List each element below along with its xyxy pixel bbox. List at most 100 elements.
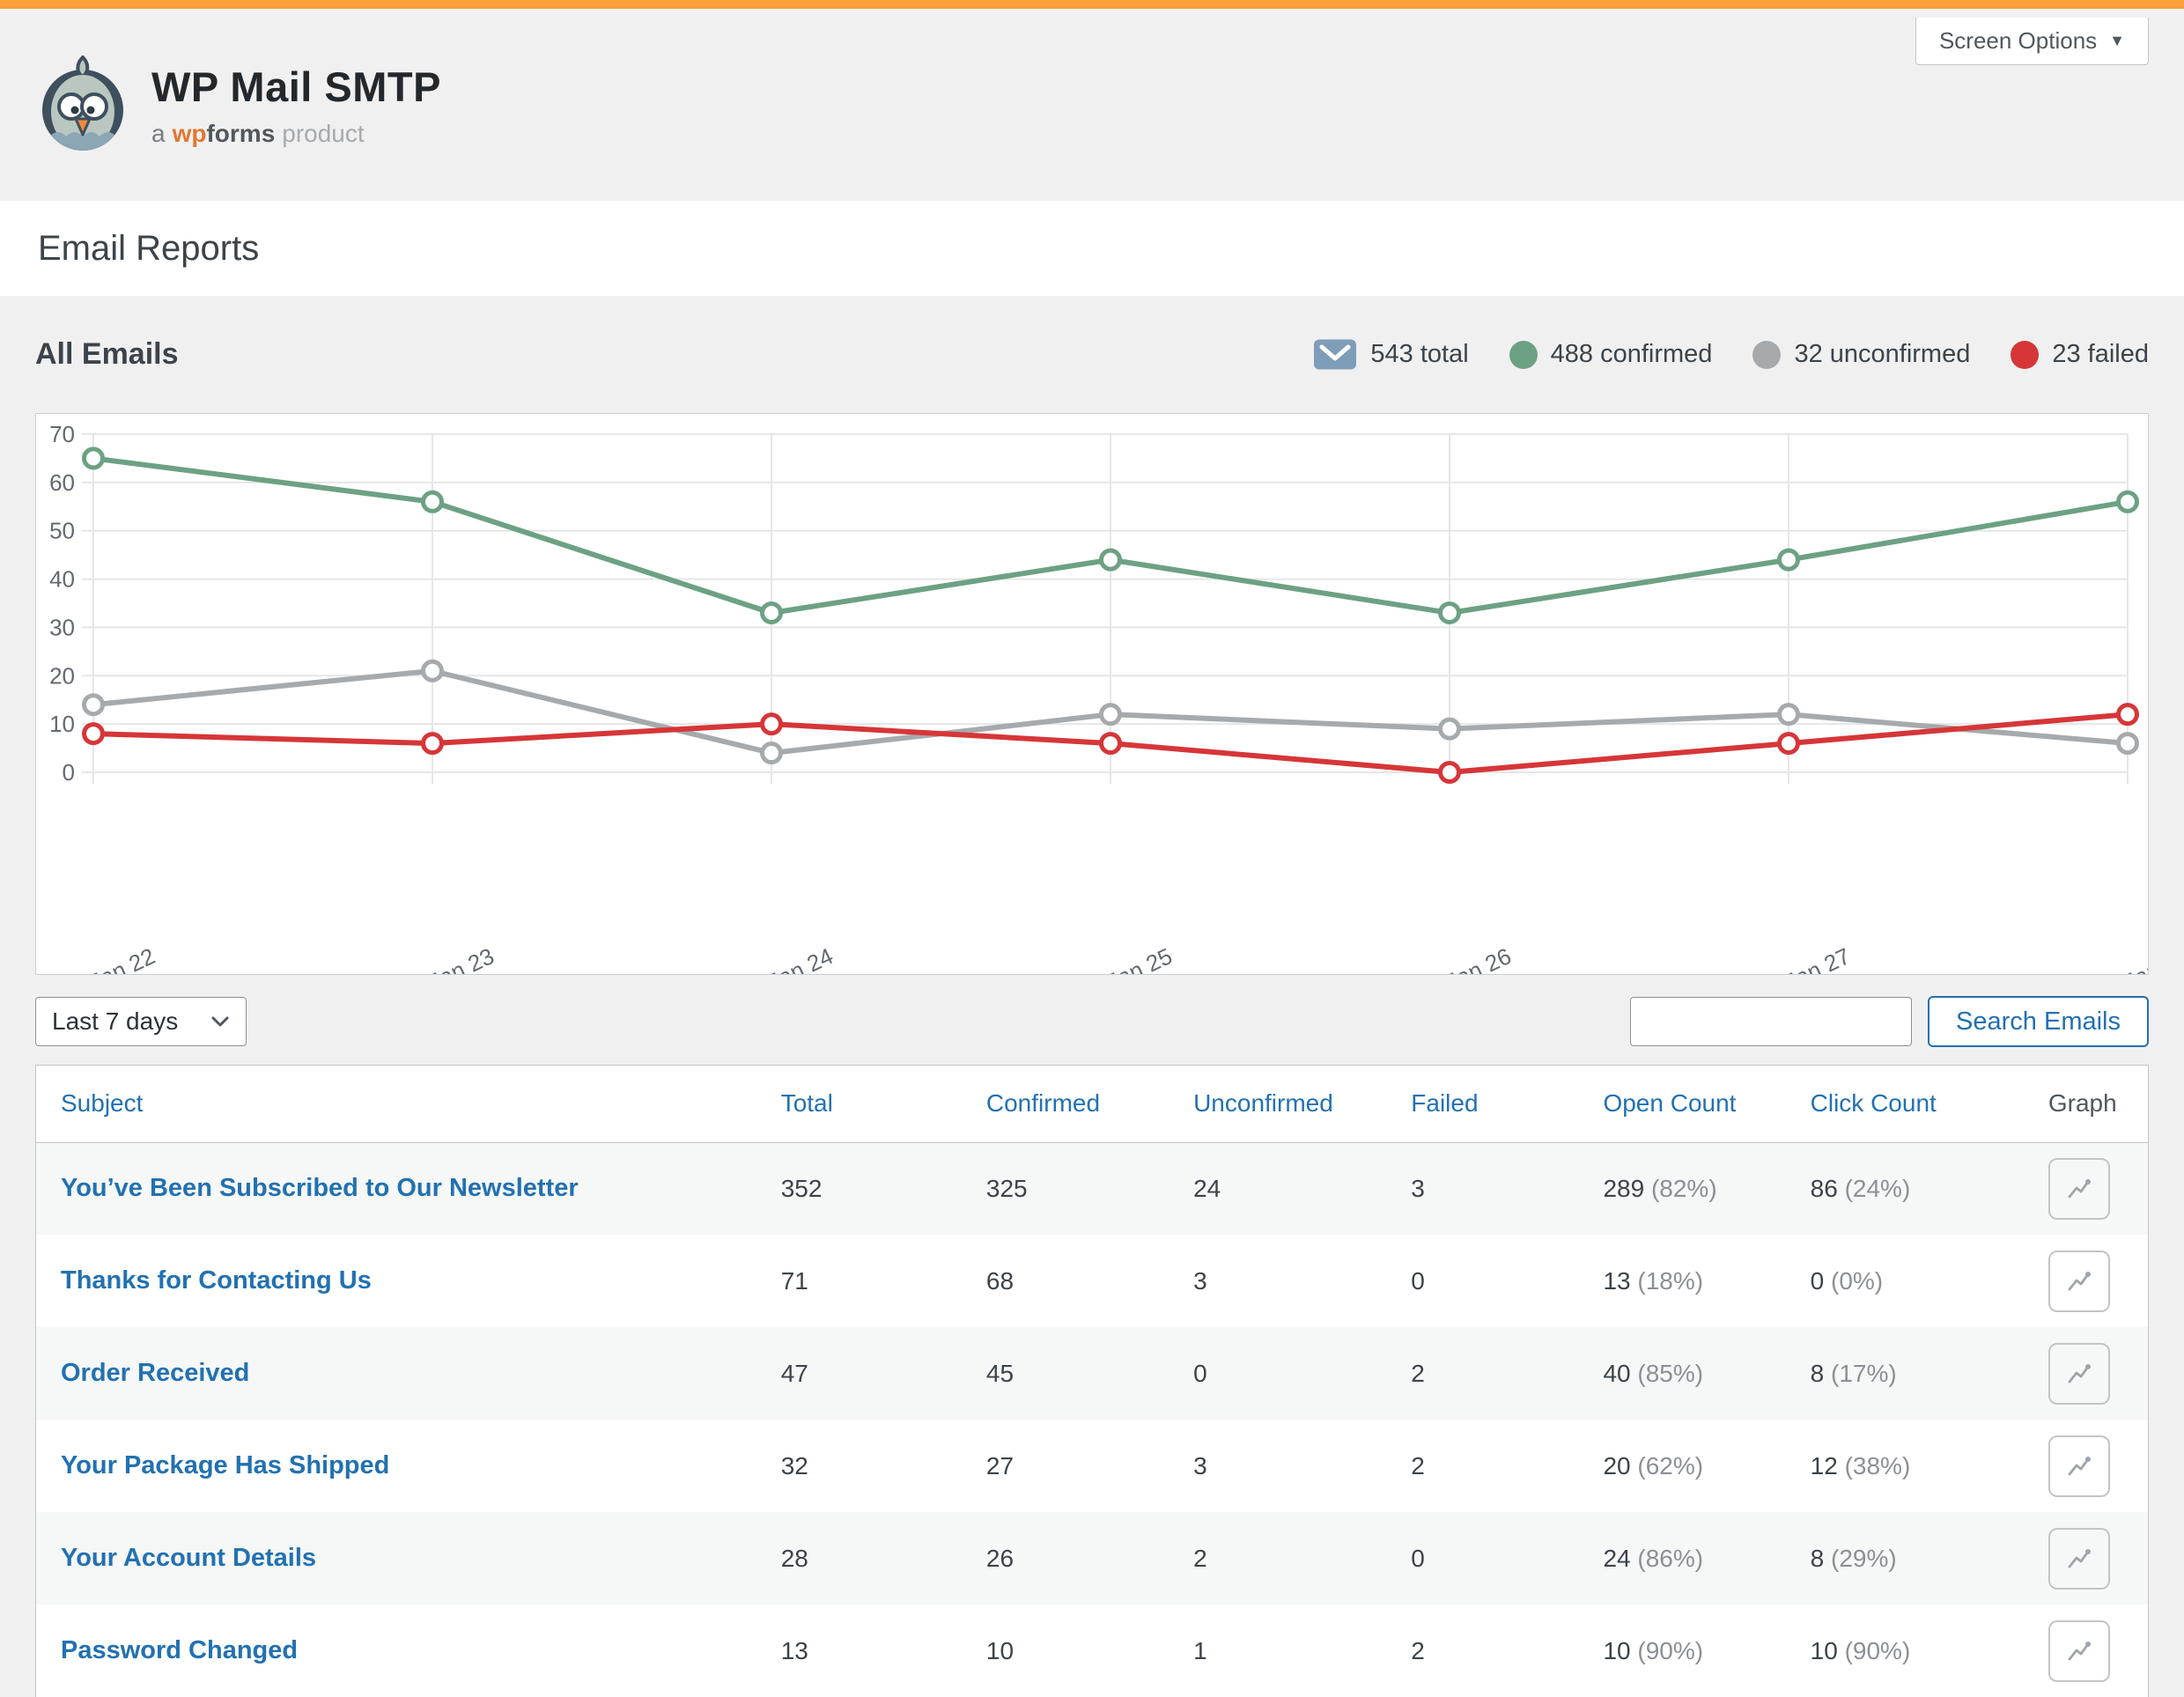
cell-total: 352 bbox=[781, 1142, 986, 1235]
svg-text:Jan 23: Jan 23 bbox=[424, 942, 498, 974]
legend-label: 488 confirmed bbox=[1551, 340, 1713, 369]
cell-open-count: 20 (62%) bbox=[1603, 1420, 1810, 1512]
row-graph-button[interactable] bbox=[2048, 1435, 2110, 1497]
emails-line-chart: 010203040506070Jan 22Jan 23Jan 24Jan 25J… bbox=[36, 414, 2148, 974]
row-graph-button[interactable] bbox=[2048, 1528, 2110, 1590]
section-title: All Emails bbox=[35, 337, 179, 372]
cell-total: 32 bbox=[781, 1420, 986, 1512]
column-header-subject[interactable]: Subject bbox=[36, 1066, 781, 1142]
row-graph-button[interactable] bbox=[2048, 1251, 2110, 1312]
section-head: All Emails 543 total 488 confirmed 32 unco… bbox=[35, 296, 2149, 413]
table-header-row: SubjectTotalConfirmedUnconfirmedFailedOp… bbox=[36, 1066, 2148, 1142]
cell-unconfirmed: 24 bbox=[1193, 1142, 1411, 1235]
email-subject-link[interactable]: Your Package Has Shipped bbox=[61, 1451, 389, 1479]
cell-click-count: 86 (24%) bbox=[1811, 1142, 2048, 1235]
column-header-failed[interactable]: Failed bbox=[1411, 1066, 1603, 1142]
email-subject-link[interactable]: You’ve Been Subscribed to Our Newsletter bbox=[61, 1174, 579, 1202]
screen-options-button[interactable]: Screen Options ▼ bbox=[1915, 18, 2149, 65]
table-row: Thanks for Contacting Us71683013 (18%)0 … bbox=[36, 1235, 2148, 1327]
cell-click-count: 0 (0%) bbox=[1811, 1235, 2048, 1327]
row-graph-button[interactable] bbox=[2048, 1343, 2110, 1405]
chart-legend: 543 total 488 confirmed 32 unconfirmed 23 f… bbox=[1313, 338, 2149, 371]
legend-dot bbox=[1509, 341, 1538, 369]
line-chart-icon bbox=[2064, 1359, 2094, 1389]
column-header-graph: Graph bbox=[2048, 1066, 2148, 1142]
cell-failed: 2 bbox=[1411, 1605, 1603, 1697]
svg-text:0: 0 bbox=[63, 759, 75, 786]
legend-label: 32 unconfirmed bbox=[1794, 340, 1970, 369]
wp-mail-smtp-logo bbox=[37, 55, 129, 154]
row-graph-button[interactable] bbox=[2048, 1620, 2110, 1682]
line-chart-icon bbox=[2064, 1174, 2094, 1204]
cell-open-count: 13 (18%) bbox=[1603, 1235, 1810, 1327]
cell-confirmed: 10 bbox=[986, 1605, 1193, 1697]
cell-total: 47 bbox=[781, 1327, 986, 1420]
cell-total: 71 bbox=[781, 1235, 986, 1327]
cell-open-count: 10 (90%) bbox=[1603, 1605, 1810, 1697]
tagline-product: product bbox=[282, 120, 364, 147]
svg-text:60: 60 bbox=[49, 469, 75, 496]
cell-failed: 2 bbox=[1411, 1327, 1603, 1420]
svg-text:Jan 25: Jan 25 bbox=[1103, 942, 1176, 974]
cell-failed: 0 bbox=[1411, 1235, 1603, 1327]
tagline-forms: forms bbox=[206, 120, 275, 147]
y-axis-labels: 010203040506070 bbox=[49, 421, 75, 786]
svg-text:Jan 22: Jan 22 bbox=[85, 942, 159, 974]
cell-failed: 2 bbox=[1411, 1420, 1603, 1512]
legend-item-total: 543 total bbox=[1313, 338, 1468, 371]
email-subject-link[interactable]: Your Account Details bbox=[61, 1544, 316, 1572]
column-header-confirmed[interactable]: Confirmed bbox=[986, 1066, 1193, 1142]
cell-confirmed: 26 bbox=[986, 1512, 1193, 1605]
line-chart-icon bbox=[2064, 1544, 2094, 1574]
table-row: You’ve Been Subscribed to Our Newsletter… bbox=[36, 1142, 2148, 1235]
svg-text:70: 70 bbox=[49, 421, 75, 447]
date-range-select[interactable]: Last 7 days bbox=[35, 997, 247, 1046]
cell-open-count: 289 (82%) bbox=[1603, 1142, 1810, 1235]
legend-dot bbox=[1752, 341, 1781, 369]
column-header-unconfirmed[interactable]: Unconfirmed bbox=[1193, 1066, 1411, 1142]
cell-unconfirmed: 3 bbox=[1193, 1420, 1411, 1512]
page-title: Email Reports bbox=[38, 229, 259, 269]
legend-item-failed: 23 failed bbox=[2011, 340, 2149, 369]
cell-open-count: 24 (86%) bbox=[1603, 1512, 1810, 1605]
cell-confirmed: 68 bbox=[986, 1235, 1193, 1327]
page-title-band: Email Reports bbox=[0, 201, 2184, 296]
cell-total: 13 bbox=[781, 1605, 986, 1697]
column-header-click_count[interactable]: Click Count bbox=[1811, 1066, 2048, 1142]
email-reports-table-card: SubjectTotalConfirmedUnconfirmedFailedOp… bbox=[35, 1065, 2149, 1697]
legend-item-unconfirmed: 32 unconfirmed bbox=[1752, 340, 1970, 369]
column-header-open_count[interactable]: Open Count bbox=[1603, 1066, 1810, 1142]
search-emails-button[interactable]: Search Emails bbox=[1928, 996, 2149, 1047]
pigeon-mascot-icon bbox=[37, 55, 129, 154]
row-graph-button[interactable] bbox=[2048, 1158, 2110, 1220]
email-subject-link[interactable]: Thanks for Contacting Us bbox=[61, 1266, 372, 1295]
cell-confirmed: 45 bbox=[986, 1327, 1193, 1420]
cell-failed: 3 bbox=[1411, 1142, 1603, 1235]
cell-click-count: 8 (29%) bbox=[1811, 1512, 2048, 1605]
search-input[interactable] bbox=[1630, 997, 1912, 1046]
cell-confirmed: 27 bbox=[986, 1420, 1193, 1512]
email-subject-link[interactable]: Order Received bbox=[61, 1359, 249, 1387]
line-chart-icon bbox=[2064, 1636, 2094, 1666]
cell-click-count: 12 (38%) bbox=[1811, 1420, 2048, 1512]
top-accent-bar bbox=[0, 0, 2184, 9]
app-title: WP Mail SMTP bbox=[151, 63, 441, 111]
svg-text:20: 20 bbox=[49, 662, 75, 689]
cell-unconfirmed: 2 bbox=[1193, 1512, 1411, 1605]
legend-label: 23 failed bbox=[2052, 340, 2149, 369]
cell-confirmed: 325 bbox=[986, 1142, 1193, 1235]
email-subject-link[interactable]: Password Changed bbox=[61, 1636, 298, 1664]
svg-text:Jan 24: Jan 24 bbox=[764, 942, 837, 974]
chevron-down-icon bbox=[210, 1015, 230, 1028]
line-chart-icon bbox=[2064, 1266, 2094, 1296]
table-row: Password Changed13101210 (90%)10 (90%) bbox=[36, 1605, 2148, 1697]
brand-block: WP Mail SMTP awpformsproduct bbox=[151, 63, 441, 148]
chart-grid bbox=[82, 434, 2128, 784]
cell-failed: 0 bbox=[1411, 1512, 1603, 1605]
brand-tagline: awpformsproduct bbox=[151, 120, 441, 148]
column-header-total[interactable]: Total bbox=[781, 1066, 986, 1142]
main-content: All Emails 543 total 488 confirmed 32 unco… bbox=[0, 296, 2184, 1697]
svg-text:Jan 26: Jan 26 bbox=[1442, 942, 1515, 974]
cell-total: 28 bbox=[781, 1512, 986, 1605]
legend-label: 543 total bbox=[1370, 340, 1468, 369]
